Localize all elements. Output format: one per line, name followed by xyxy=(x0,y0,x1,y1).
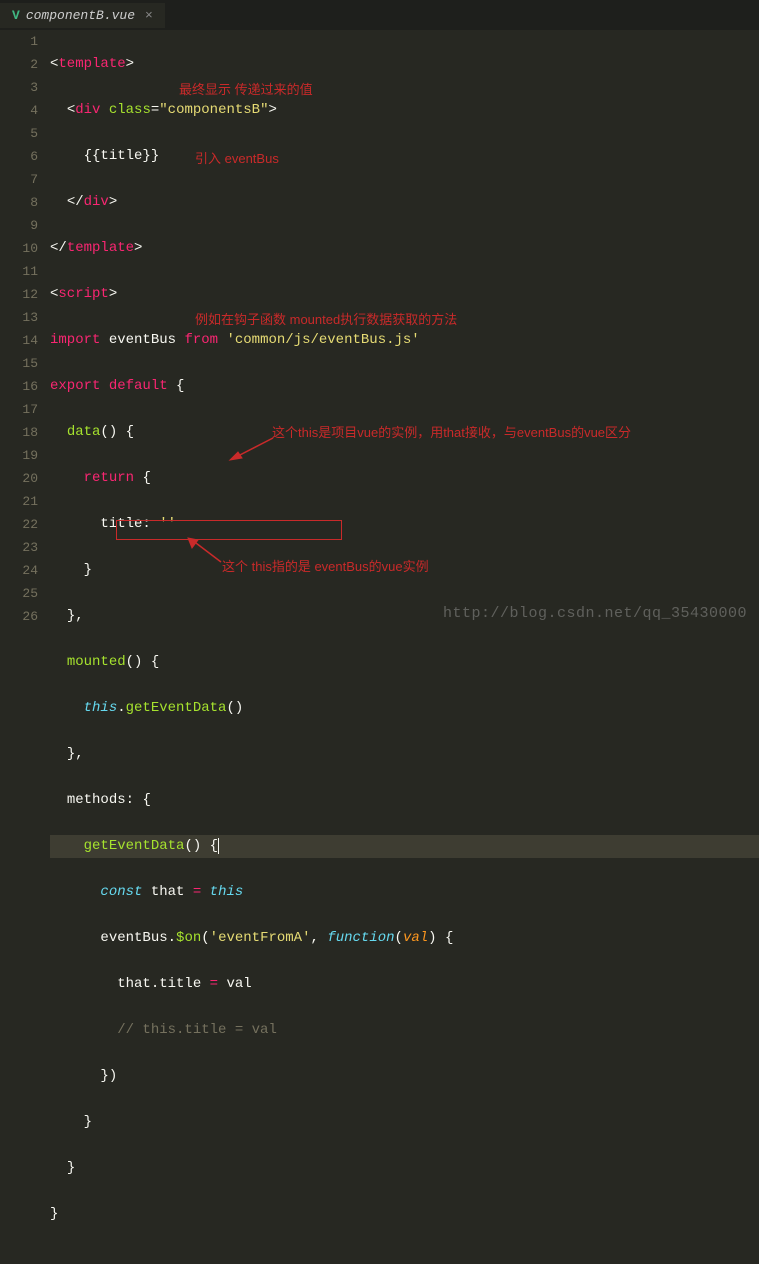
watermark: http://blog.csdn.net/qq_35430000 xyxy=(443,605,747,622)
line-gutter: 1234567891011121314151617181920212223242… xyxy=(0,30,50,1264)
annotation-4: 这个this是项目vue的实例，用that接收，与eventBus的vue区分 xyxy=(272,422,631,441)
arrow-2 xyxy=(186,536,226,566)
editor[interactable]: 1234567891011121314151617181920212223242… xyxy=(0,30,759,1264)
file-tab[interactable]: V componentB.vue × xyxy=(0,3,165,28)
tab-filename: componentB.vue xyxy=(26,8,135,23)
annotation-1: 最终显示 传递过来的值 xyxy=(179,79,313,98)
annotation-5: 这个 this指的是 eventBus的vue实例 xyxy=(222,556,429,575)
code-area[interactable]: <template> <div class="componentsB"> {{t… xyxy=(50,30,759,1264)
highlight-box xyxy=(116,520,342,540)
arrow-1 xyxy=(228,436,278,462)
vue-icon: V xyxy=(12,8,20,23)
annotation-2: 引入 eventBus xyxy=(195,148,279,167)
annotation-3: 例如在钩子函数 mounted执行数据获取的方法 xyxy=(195,309,457,328)
tab-bar: V componentB.vue × xyxy=(0,0,759,30)
close-icon[interactable]: × xyxy=(145,8,153,23)
